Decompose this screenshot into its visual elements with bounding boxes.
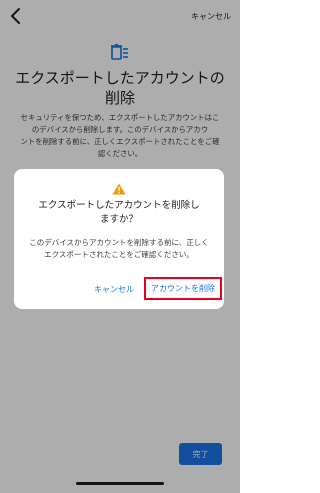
warning-icon bbox=[112, 180, 126, 195]
delete-account-label: アカウントを削除 bbox=[151, 284, 215, 293]
screen: キャンセル エクスポートしたアカウントの 削除 セキュリティを保つため、エクスポ… bbox=[0, 0, 240, 493]
confirm-delete-dialog: エクスポートしたアカウントを削除し ますか？ このデバイスからアカウントを削除す… bbox=[14, 169, 224, 309]
dialog-message-line: エクスポートされたことをご確認ください。 bbox=[44, 250, 194, 259]
dialog-title-line: ますか？ bbox=[99, 214, 138, 225]
delete-account-button[interactable]: アカウントを削除 bbox=[144, 277, 222, 300]
dialog-title-line: エクスポートしたアカウントを削除し bbox=[38, 200, 200, 211]
dialog-message-line: このデバイスからアカウントを削除する前に、正しく bbox=[29, 238, 209, 247]
dialog-message: このデバイスからアカウントを削除する前に、正しく エクスポートされたことをご確認… bbox=[26, 237, 212, 261]
dialog-cancel-button[interactable]: キャンセル bbox=[94, 284, 134, 295]
dialog-title: エクスポートしたアカウントを削除し ますか？ bbox=[30, 199, 208, 227]
